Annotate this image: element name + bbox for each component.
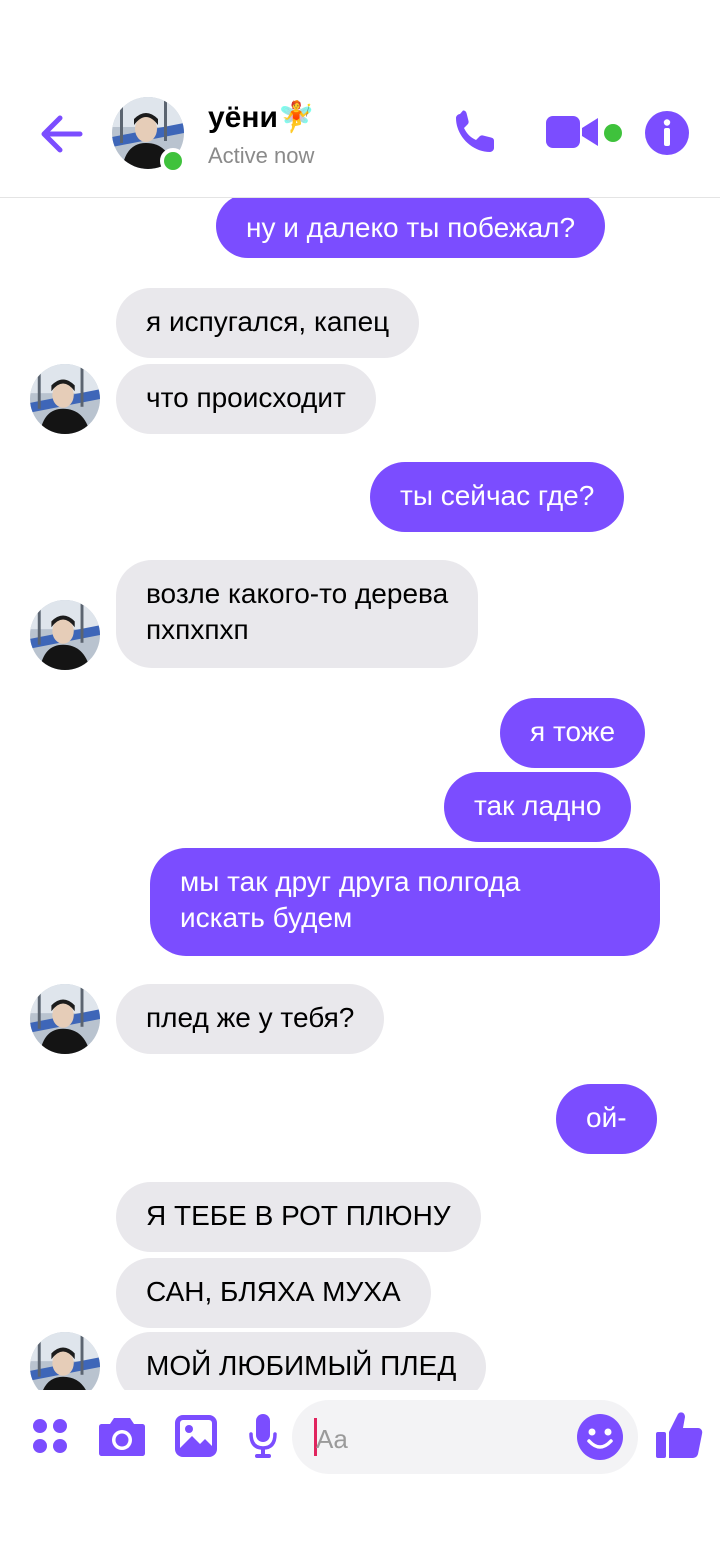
info-icon[interactable] [644, 110, 690, 156]
contact-avatar-small[interactable] [30, 364, 100, 434]
message-outgoing[interactable]: ну и далеко ты побежал? [216, 198, 606, 258]
chat-header: уёни🧚 Active now [0, 0, 720, 198]
thumbs-up-icon[interactable] [654, 1410, 704, 1460]
emoji-icon[interactable] [576, 1413, 624, 1461]
message-composer: Aa [0, 1390, 720, 1490]
contact-status: Active now [208, 143, 315, 168]
message-incoming[interactable]: МОЙ ЛЮБИМЫЙ ПЛЕД [116, 1332, 487, 1390]
message-outgoing[interactable]: мы так друг друга полгода искать будем [150, 848, 660, 956]
message-incoming[interactable]: плед же у тебя? [116, 984, 385, 1054]
contact-avatar-small[interactable] [30, 1332, 100, 1390]
contact-avatar-small[interactable] [30, 984, 100, 1054]
microphone-icon[interactable] [248, 1412, 278, 1460]
message-outgoing[interactable]: ты сейчас где? [370, 462, 625, 532]
apps-grid-icon[interactable] [30, 1416, 70, 1456]
message-incoming[interactable]: возле какого-то дерева пхпхпхп [116, 560, 479, 668]
contact-avatar-small[interactable] [30, 600, 100, 670]
message-outgoing[interactable]: ой- [556, 1084, 657, 1154]
input-placeholder: Aa [316, 1424, 348, 1454]
message-list[interactable]: ну и далеко ты побежал? я испугался, кап… [0, 198, 720, 1390]
video-camera-icon[interactable] [544, 112, 600, 152]
online-status-dot [160, 148, 186, 174]
message-input[interactable]: Aa [292, 1400, 638, 1474]
video-active-dot [604, 124, 622, 142]
message-incoming[interactable]: что происходит [116, 364, 376, 434]
message-incoming[interactable]: Я ТЕБЕ В РОТ ПЛЮНУ [116, 1182, 481, 1252]
message-incoming[interactable]: я испугался, капец [116, 288, 420, 358]
contact-name[interactable]: уёни🧚 [208, 100, 315, 135]
message-outgoing[interactable]: так ладно [444, 772, 632, 842]
message-incoming[interactable]: САН, БЛЯХА МУХА [116, 1258, 431, 1328]
arrow-left-icon[interactable] [38, 110, 86, 158]
message-outgoing[interactable]: я тоже [500, 698, 646, 768]
phone-icon[interactable] [452, 108, 500, 156]
gallery-icon[interactable] [174, 1414, 218, 1458]
camera-icon[interactable] [98, 1414, 146, 1458]
